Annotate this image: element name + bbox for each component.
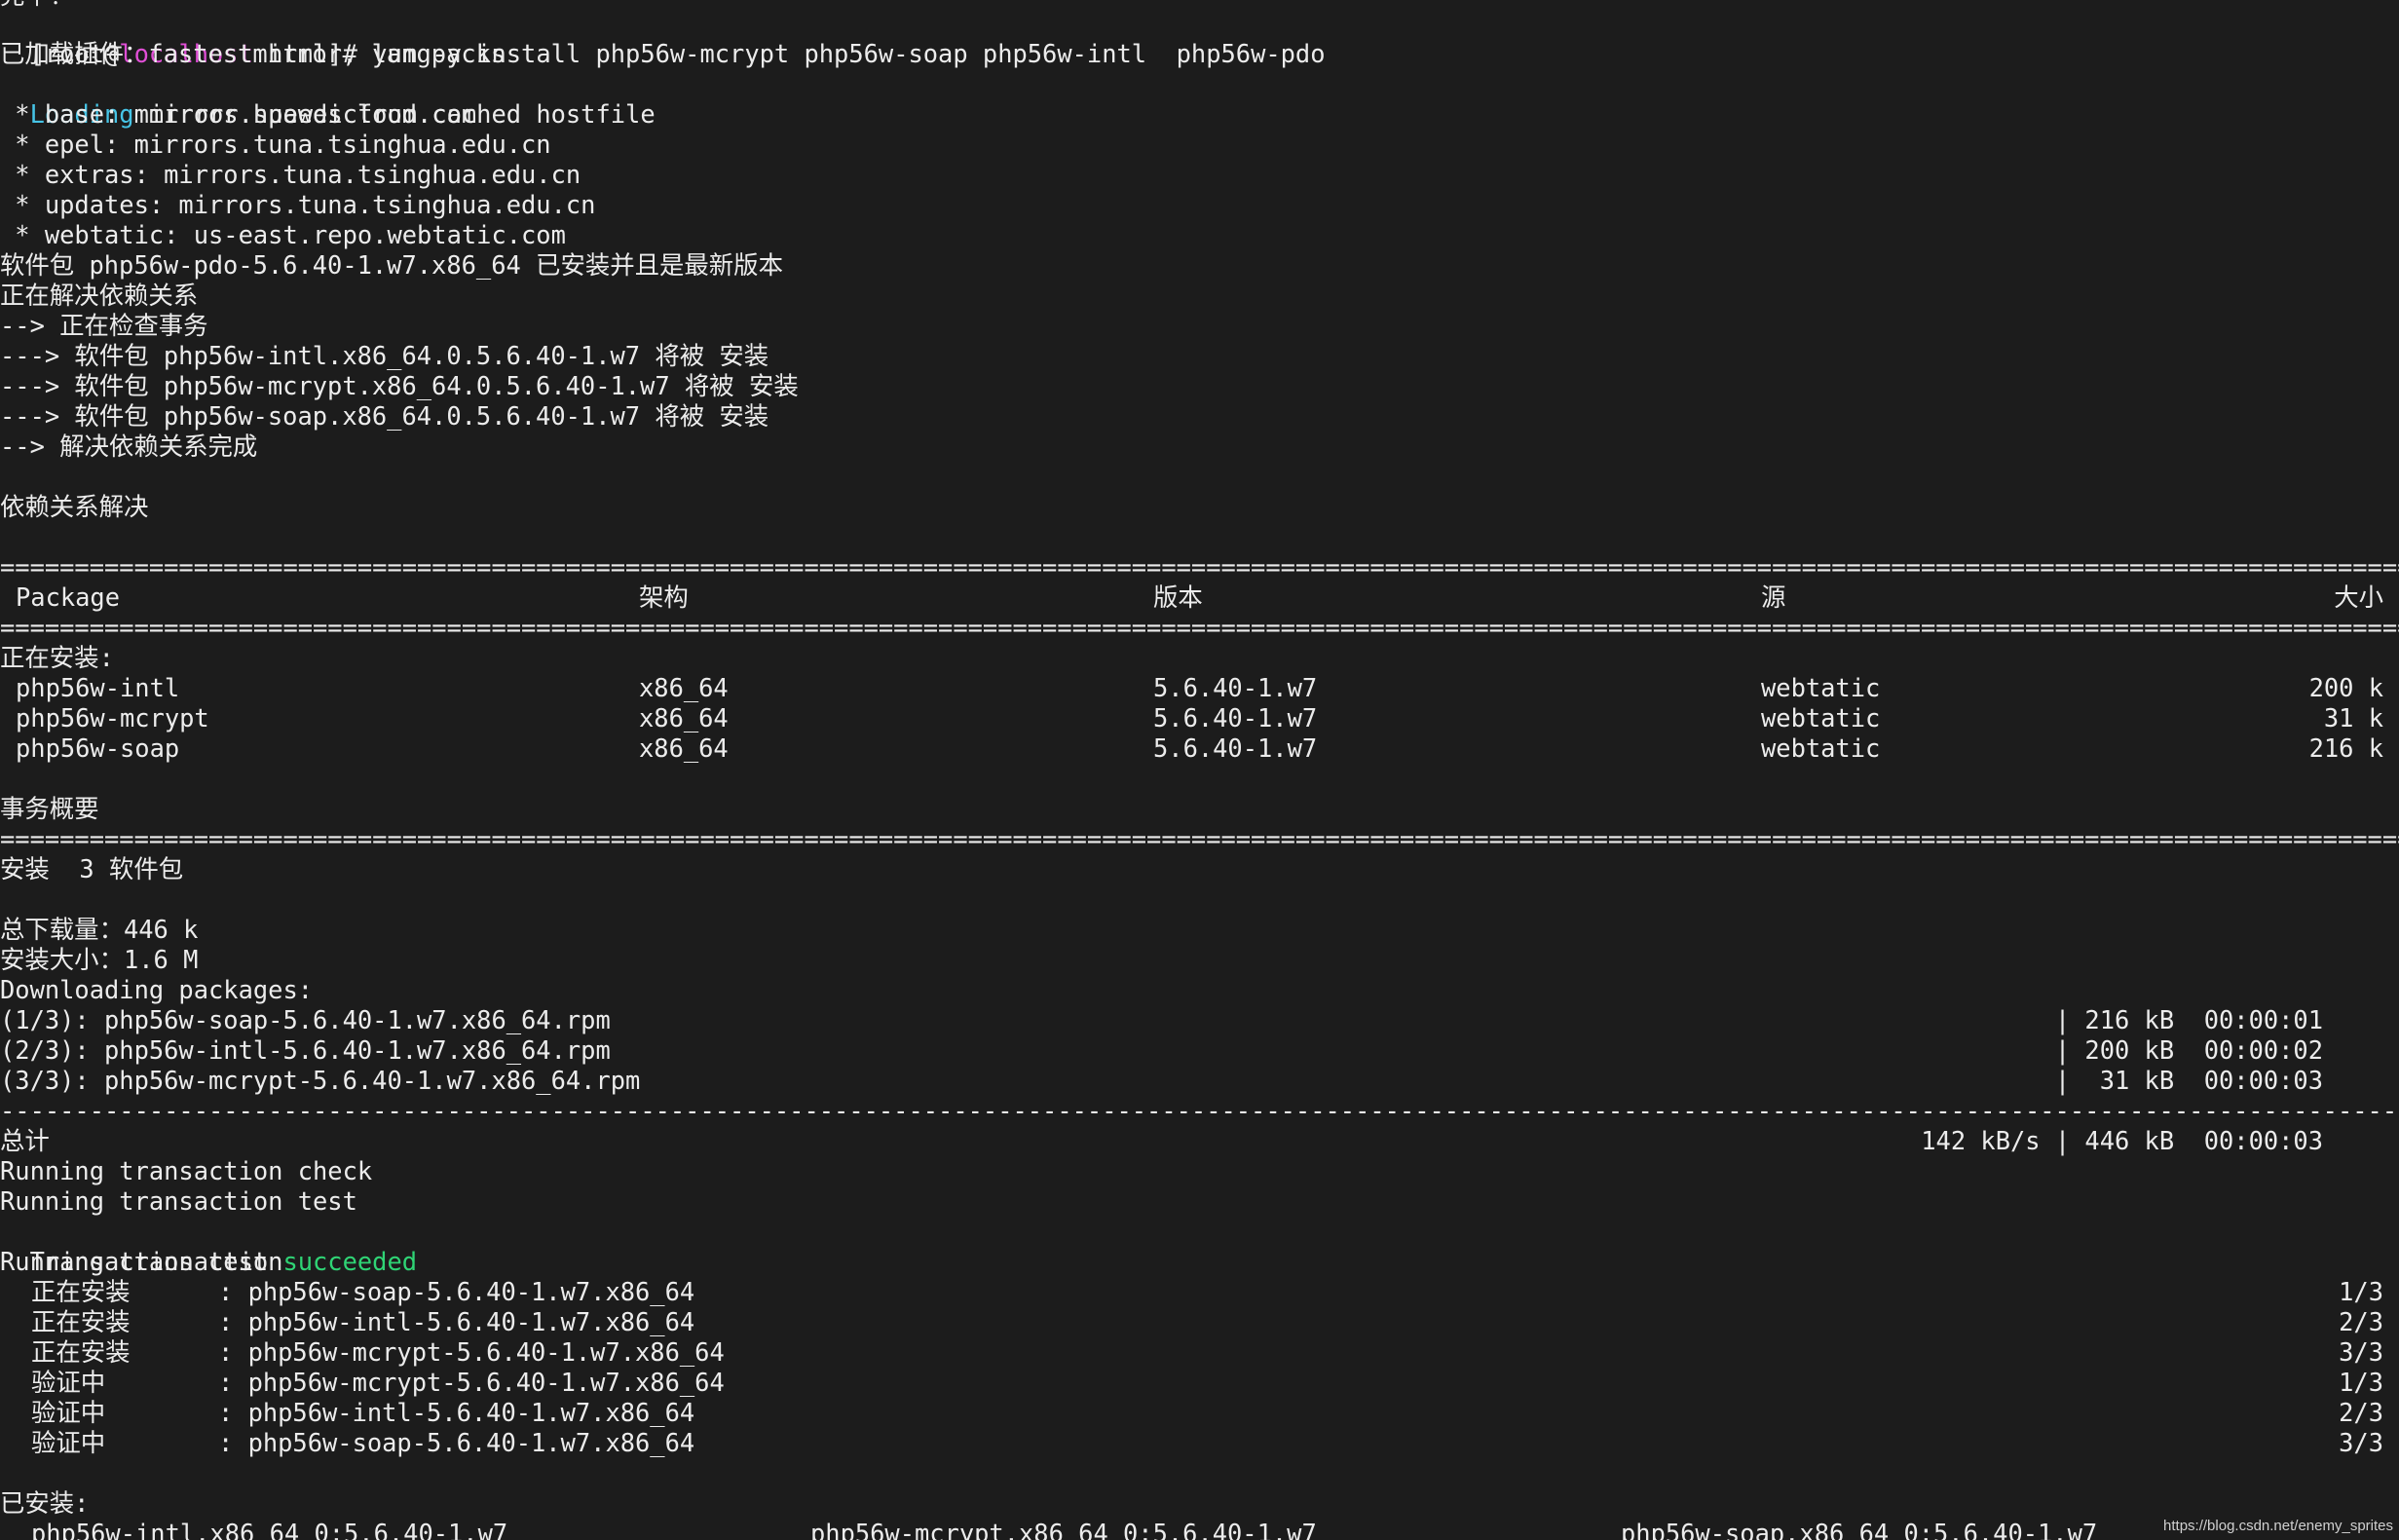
transaction-test-result-line: Transaction test succeeded <box>0 1217 417 1276</box>
header-version: 版本 <box>1153 582 1203 612</box>
download-row: (3/3): php56w-mcrypt-5.6.40-1.w7.x86_64.… <box>0 1066 2399 1096</box>
downloading-line: Downloading packages: <box>0 975 314 1004</box>
total-label: 总计 <box>0 1126 50 1155</box>
row-arch: x86_64 <box>639 733 729 763</box>
step-package: : php56w-soap-5.6.40-1.w7.x86_64 <box>218 1428 695 1457</box>
installed-package: php56w-intl.x86_64 0:5.6.40-1.w7 <box>31 1519 508 1540</box>
row-version: 5.6.40-1.w7 <box>1153 733 1318 763</box>
installed-row: php56w-intl.x86_64 0:5.6.40-1.w7 php56w-… <box>0 1519 2399 1540</box>
step-package: : php56w-mcrypt-5.6.40-1.w7.x86_64 <box>218 1337 725 1367</box>
step-action: 正在安装 <box>31 1307 131 1336</box>
mirror-line: * extras: mirrors.tuna.tsinghua.edu.cn <box>0 160 581 189</box>
blog-watermark: https://blog.csdn.net/enemy_sprites <box>2163 1518 2393 1534</box>
step-package: : php56w-intl-5.6.40-1.w7.x86_64 <box>218 1398 695 1427</box>
row-version: 5.6.40-1.w7 <box>1153 703 1318 732</box>
already-installed-line: 软件包 php56w-pdo-5.6.40-1.w7.x86_64 已安装并且是… <box>0 250 783 280</box>
row-repo: webtatic <box>1761 673 1881 702</box>
table-row: php56w-mcrypt x86_64 5.6.40-1.w7 webtati… <box>0 703 2399 733</box>
total-info: 142 kB/s | 446 kB 00:00:03 <box>1921 1126 2323 1155</box>
install-count-line: 安装 3 软件包 <box>0 854 184 883</box>
transaction-step: 正在安装 : php56w-soap-5.6.40-1.w7.x86_64 1/… <box>0 1277 2399 1307</box>
mirror-line: * updates: mirrors.tuna.tsinghua.edu.cn <box>0 190 596 219</box>
test-result-status: succeeded <box>282 1247 418 1276</box>
resolved-line: --> 解决依赖关系完成 <box>0 432 258 461</box>
step-progress: 3/3 <box>2339 1337 2383 1367</box>
deps-resolved-line: 依赖关系解决 <box>0 492 149 521</box>
double-separator: ========================================… <box>0 613 2399 642</box>
row-arch: x86_64 <box>639 673 729 702</box>
to-install-line: ---> 软件包 php56w-intl.x86_64.0.5.6.40-1.w… <box>0 341 769 370</box>
row-repo: webtatic <box>1761 733 1881 763</box>
checking-line: --> 正在检查事务 <box>0 311 208 340</box>
step-progress: 1/3 <box>2339 1368 2383 1397</box>
installed-package: php56w-mcrypt.x86_64 0:5.6.40-1.w7 <box>810 1519 1317 1540</box>
download-row: (1/3): php56w-soap-5.6.40-1.w7.x86_64.rp… <box>0 1005 2399 1035</box>
row-size: 216 k <box>2308 733 2383 763</box>
double-separator: ========================================… <box>0 824 2399 853</box>
row-arch: x86_64 <box>639 703 729 732</box>
transaction-step: 验证中 : php56w-intl-5.6.40-1.w7.x86_64 2/3 <box>0 1398 2399 1428</box>
step-package: : php56w-intl-5.6.40-1.w7.x86_64 <box>218 1307 695 1336</box>
row-package: php56w-intl <box>16 673 180 702</box>
transaction-test-line: Running transaction test <box>0 1186 357 1216</box>
install-size-line: 安装大小：1.6 M <box>0 945 199 974</box>
total-download-line: 总下载量：446 k <box>0 915 199 944</box>
transaction-check-line: Running transaction check <box>0 1156 373 1185</box>
download-row: (2/3): php56w-intl-5.6.40-1.w7.x86_64.rp… <box>0 1035 2399 1066</box>
step-action: 验证中 <box>31 1398 106 1427</box>
row-size: 200 k <box>2308 673 2383 702</box>
row-package: php56w-mcrypt <box>16 703 209 732</box>
resolving-line: 正在解决依赖关系 <box>0 281 199 310</box>
transaction-step: 正在安装 : php56w-mcrypt-5.6.40-1.w7.x86_64 … <box>0 1337 2399 1368</box>
to-install-line: ---> 软件包 php56w-soap.x86_64.0.5.6.40-1.w… <box>0 401 769 431</box>
step-action: 正在安装 <box>31 1337 131 1367</box>
installing-section-label: 正在安装: <box>0 643 114 672</box>
download-info: | 216 kB 00:00:01 <box>2054 1005 2323 1034</box>
to-install-line: ---> 软件包 php56w-mcrypt.x86_64.0.5.6.40-1… <box>0 371 799 400</box>
row-package: php56w-soap <box>16 733 180 763</box>
header-size: 大小 <box>2334 582 2383 612</box>
installed-package: php56w-soap.x86_64 0:5.6.40-1.w7 <box>1621 1519 2098 1540</box>
header-repo: 源 <box>1761 582 1786 612</box>
command-text: yum -y install php56w-mcrypt php56w-soap… <box>372 39 1326 68</box>
download-info: | 31 kB 00:00:03 <box>2054 1066 2323 1095</box>
transaction-step: 验证中 : php56w-soap-5.6.40-1.w7.x86_64 3/3 <box>0 1428 2399 1458</box>
installed-title: 已安装: <box>0 1488 90 1518</box>
step-progress: 2/3 <box>2339 1307 2383 1336</box>
transaction-step: 验证中 : php56w-mcrypt-5.6.40-1.w7.x86_64 1… <box>0 1368 2399 1398</box>
summary-title: 事务概要 <box>0 794 99 823</box>
step-progress: 3/3 <box>2339 1428 2383 1457</box>
step-package: : php56w-mcrypt-5.6.40-1.w7.x86_64 <box>218 1368 725 1397</box>
total-row: 总计 142 kB/s | 446 kB 00:00:03 <box>0 1126 2399 1156</box>
mirror-line: * base: mirrors.huaweicloud.com <box>0 99 477 129</box>
loading-line: Loading mirror speeds from cached hostfi… <box>0 69 656 129</box>
step-action: 验证中 <box>31 1428 106 1457</box>
download-name: (1/3): php56w-soap-5.6.40-1.w7.x86_64.rp… <box>0 1005 611 1034</box>
step-progress: 1/3 <box>2339 1277 2383 1306</box>
mirror-line: * webtatic: us-east.repo.webtatic.com <box>0 220 566 249</box>
download-name: (3/3): php56w-mcrypt-5.6.40-1.w7.x86_64.… <box>0 1066 641 1095</box>
plugins-line: 已加载插件：fastestmirror, langpacks <box>0 39 506 68</box>
table-header: Package 架构 版本 源 大小 <box>0 582 2399 613</box>
row-version: 5.6.40-1.w7 <box>1153 673 1318 702</box>
step-action: 正在安装 <box>31 1277 131 1306</box>
row-repo: webtatic <box>1761 703 1881 732</box>
command-prompt-line[interactable]: [root@localhost html]# yum -y install ph… <box>0 9 1326 68</box>
table-row: php56w-intl x86_64 5.6.40-1.w7 webtatic … <box>0 673 2399 703</box>
row-size: 31 k <box>2323 703 2383 732</box>
header-arch: 架构 <box>639 582 689 612</box>
table-row: php56w-soap x86_64 5.6.40-1.w7 webtatic … <box>0 733 2399 764</box>
double-separator: ========================================… <box>0 552 2399 582</box>
download-info: | 200 kB 00:00:02 <box>2054 1035 2323 1065</box>
step-action: 验证中 <box>31 1368 106 1397</box>
transaction-step: 正在安装 : php56w-intl-5.6.40-1.w7.x86_64 2/… <box>0 1307 2399 1337</box>
mirror-line: * epel: mirrors.tuna.tsinghua.edu.cn <box>0 130 551 159</box>
header-package: Package <box>16 582 121 612</box>
step-progress: 2/3 <box>2339 1398 2383 1427</box>
dash-separator: ----------------------------------------… <box>0 1096 2399 1125</box>
download-name: (2/3): php56w-intl-5.6.40-1.w7.x86_64.rp… <box>0 1035 611 1065</box>
running-transaction-line: Running transaction <box>0 1247 283 1276</box>
step-package: : php56w-soap-5.6.40-1.w7.x86_64 <box>218 1277 695 1306</box>
